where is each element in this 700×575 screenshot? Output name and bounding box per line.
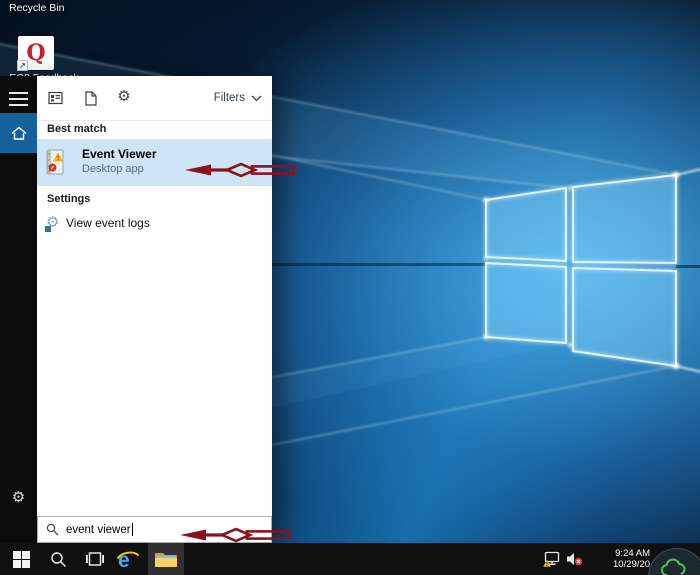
chevron-down-icon <box>251 95 262 101</box>
document-icon <box>84 90 97 106</box>
result-subtitle: Desktop app <box>82 163 144 175</box>
event-viewer-result[interactable]: Event Viewer Desktop app <box>37 139 272 186</box>
clock-date: 10/29/20 <box>613 559 650 570</box>
home-tab-selected[interactable] <box>0 113 37 153</box>
best-match-header: Best match <box>47 123 107 135</box>
clock-time: 9:24 AM <box>615 548 650 559</box>
settings-item-label: View event logs <box>66 216 150 230</box>
settings-header: Settings <box>47 193 91 205</box>
ec2-feedback-icon: Q ↗ <box>17 36 54 71</box>
hamburger-bar <box>9 98 28 100</box>
result-title: Event Viewer <box>82 147 157 161</box>
gear-badge <box>45 226 51 232</box>
cloud-chat-icon <box>660 558 686 575</box>
recycle-bin-icon-label[interactable]: Recycle Bin <box>9 2 64 14</box>
rail-settings-button[interactable]: ⚙ <box>0 488 37 506</box>
hamburger-bar <box>9 104 28 106</box>
settings-gear-icon: ⚙ <box>45 215 62 232</box>
filter-apps-button[interactable] <box>46 89 64 107</box>
search-icon <box>46 523 59 536</box>
home-icon <box>11 126 26 140</box>
search-input-value: event viewer <box>66 523 131 536</box>
filters-dropdown[interactable]: Filters <box>214 92 262 104</box>
q-letter-glyph: Q <box>26 40 46 66</box>
filters-label: Filters <box>213 92 245 104</box>
taskbar-clock[interactable]: 9:24 AM 10/29/20 <box>588 543 650 575</box>
file-explorer-button[interactable] <box>148 543 184 575</box>
internet-explorer-button[interactable]: e <box>112 543 144 575</box>
taskbar: e 9:24 AM 10/29/20 <box>0 543 700 575</box>
start-button[interactable] <box>2 543 40 575</box>
windows-desktop: Recycle Bin Q ↗ EC2 Feedback ⚙ <box>0 0 700 575</box>
start-search-flyout: ⚙ ⚙ Filters Best match Event Viewer Desk… <box>0 76 272 543</box>
search-icon <box>50 551 66 567</box>
windows-logo-icon <box>12 550 30 568</box>
view-event-logs-result[interactable]: ⚙ View event logs <box>37 211 272 238</box>
network-warning-tray-icon[interactable] <box>541 543 563 575</box>
apps-icon <box>47 91 63 105</box>
filter-documents-button[interactable] <box>81 89 99 107</box>
task-view-button[interactable] <box>80 543 110 575</box>
speaker-muted-icon <box>566 553 582 566</box>
filter-settings-button[interactable]: ⚙ <box>115 87 133 105</box>
taskbar-search-button[interactable] <box>44 543 72 575</box>
flyout-panel: ⚙ Filters Best match Event Viewer Deskto… <box>37 76 272 543</box>
network-icon <box>543 551 560 567</box>
internet-explorer-icon: e <box>116 549 140 570</box>
search-input[interactable]: event viewer <box>37 516 272 543</box>
header-separator <box>37 120 272 121</box>
flyout-left-rail: ⚙ <box>0 76 37 543</box>
volume-muted-tray-icon[interactable] <box>564 543 584 575</box>
task-view-icon <box>86 552 104 566</box>
file-explorer-icon <box>155 553 177 567</box>
text-caret <box>131 523 133 536</box>
shortcut-arrow-icon: ↗ <box>17 60 28 71</box>
event-viewer-icon <box>46 149 64 175</box>
hamburger-bar <box>9 92 28 94</box>
hamburger-menu-button[interactable] <box>9 92 28 110</box>
